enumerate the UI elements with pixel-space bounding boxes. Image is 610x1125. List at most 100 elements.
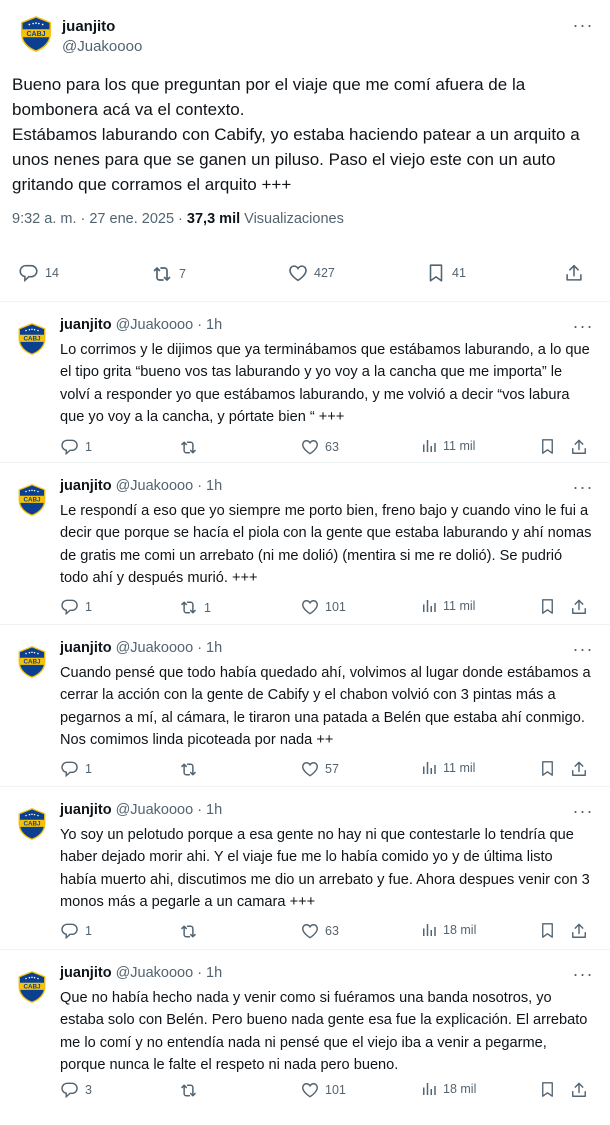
more-options-icon[interactable]: ··· — [572, 315, 594, 337]
bookmark-button[interactable] — [538, 437, 557, 456]
author-name[interactable]: juanjito — [60, 317, 112, 333]
like-button[interactable]: 57 — [300, 759, 339, 779]
views-button[interactable]: 18 mil — [420, 1080, 476, 1098]
author-name[interactable]: juanjito — [60, 478, 112, 494]
reply-actions: 1 1 101 11 mil — [0, 597, 610, 623]
bookmark-button[interactable] — [538, 597, 557, 616]
tweet-text: Bueno para los que preguntan por el viaj… — [12, 75, 580, 194]
author-handle-time[interactable]: @Juakoooo · 1h — [116, 640, 223, 656]
author-name[interactable]: juanjito — [60, 640, 112, 656]
views-count: 11 mil — [443, 761, 476, 775]
share-icon — [569, 1080, 589, 1100]
heart-icon — [300, 1080, 320, 1100]
avatar[interactable] — [12, 642, 52, 682]
bookmark-button[interactable]: 41 — [425, 262, 466, 284]
like-count: 57 — [325, 762, 339, 776]
like-button[interactable]: 63 — [300, 437, 339, 457]
reply-button[interactable]: 1 — [60, 759, 92, 779]
share-button[interactable] — [569, 921, 589, 941]
reply-tweet[interactable]: juanjito @Juakoooo · 1h ··· Que no había … — [0, 951, 610, 1125]
repost-button[interactable]: 7 — [150, 262, 186, 286]
like-button[interactable]: 63 — [300, 921, 339, 941]
reply-header: juanjito @Juakoooo · 1h — [60, 478, 222, 494]
reply-text: Lo corrimos y le dijimos que ya termináb… — [60, 342, 594, 426]
repost-button[interactable] — [178, 921, 204, 942]
author-handle-time[interactable]: @Juakoooo · 1h — [116, 317, 223, 333]
share-button[interactable] — [569, 437, 589, 457]
reply-tweet[interactable]: juanjito @Juakoooo · 1h ··· Le respondí a… — [0, 464, 610, 625]
views-count: 18 mil — [443, 923, 477, 937]
views-button[interactable]: 18 mil — [420, 921, 476, 939]
bookmark-button[interactable] — [538, 921, 557, 940]
reply-header: juanjito @Juakoooo · 1h — [60, 640, 222, 656]
reply-icon — [60, 921, 80, 941]
reply-text: Le respondí a eso que yo siempre me port… — [60, 503, 596, 587]
repost-button[interactable] — [178, 437, 204, 458]
share-button[interactable] — [569, 1080, 589, 1100]
author-handle[interactable]: @Juakoooo — [62, 38, 142, 55]
reply-count: 1 — [85, 600, 92, 614]
views-icon — [420, 759, 438, 777]
repost-icon — [178, 597, 199, 618]
reply-button[interactable]: 1 — [60, 437, 92, 457]
share-button[interactable] — [563, 262, 585, 284]
bookmark-icon — [538, 1080, 557, 1099]
avatar[interactable] — [12, 480, 52, 520]
reply-header: juanjito @Juakoooo · 1h — [60, 802, 222, 818]
tweet-time[interactable]: 9:32 a. m. · 27 ene. 2025 · — [12, 211, 187, 227]
author-handle-time[interactable]: @Juakoooo · 1h — [116, 478, 223, 494]
author-name[interactable]: juanjito — [60, 802, 112, 818]
like-button[interactable]: 101 — [300, 1080, 346, 1100]
repost-button[interactable] — [178, 759, 204, 780]
avatar[interactable] — [16, 14, 56, 54]
bookmark-icon — [538, 759, 557, 778]
author-name[interactable]: juanjito — [60, 965, 112, 981]
like-count: 101 — [325, 1083, 346, 1097]
bookmark-icon — [425, 262, 447, 284]
heart-icon — [300, 759, 320, 779]
avatar[interactable] — [12, 319, 52, 359]
views-button[interactable]: 11 mil — [420, 437, 475, 455]
avatar[interactable] — [12, 967, 52, 1007]
views-button[interactable]: 11 mil — [420, 597, 475, 615]
reply-button[interactable]: 3 — [60, 1080, 92, 1100]
author-name[interactable]: juanjito — [62, 18, 115, 35]
avatar[interactable] — [12, 804, 52, 844]
views-icon — [420, 597, 438, 615]
tweet-actions: 14 7 427 41 — [0, 258, 610, 288]
author-handle-time[interactable]: @Juakoooo · 1h — [116, 802, 223, 818]
more-options-icon[interactable]: ··· — [572, 800, 594, 822]
reply-button[interactable]: 1 — [60, 597, 92, 617]
reply-count: 1 — [85, 440, 92, 454]
like-count: 63 — [325, 924, 339, 938]
reply-header: juanjito @Juakoooo · 1h — [60, 965, 222, 981]
boca-shield-icon — [15, 970, 49, 1004]
like-button[interactable]: 427 — [287, 262, 335, 284]
bookmark-button[interactable] — [538, 1080, 557, 1099]
more-options-icon[interactable]: ··· — [572, 476, 594, 498]
bookmark-button[interactable] — [538, 759, 557, 778]
reply-tweet[interactable]: juanjito @Juakoooo · 1h ··· Yo soy un pel… — [0, 788, 610, 950]
boca-shield-icon — [15, 645, 49, 679]
reply-actions: 1 63 11 mil — [0, 437, 610, 463]
reply-tweet[interactable]: juanjito @Juakoooo · 1h ··· Lo corrimos y… — [0, 303, 610, 463]
more-options-icon[interactable]: ··· — [572, 638, 594, 660]
more-options-icon[interactable]: ··· — [572, 963, 594, 985]
reply-icon — [60, 437, 80, 457]
reply-text: Yo soy un pelotudo porque a esa gente no… — [60, 827, 594, 911]
reply-header: juanjito @Juakoooo · 1h — [60, 317, 222, 333]
views-icon — [420, 921, 438, 939]
reply-button[interactable]: 14 — [18, 262, 59, 284]
more-options-icon[interactable]: ··· — [572, 14, 594, 36]
reply-count: 1 — [85, 924, 92, 938]
repost-button[interactable]: 1 — [178, 597, 211, 618]
share-button[interactable] — [569, 597, 589, 617]
repost-button[interactable] — [178, 1080, 204, 1101]
views-button[interactable]: 11 mil — [420, 759, 475, 777]
author-handle-time[interactable]: @Juakoooo · 1h — [116, 965, 223, 981]
reply-button[interactable]: 1 — [60, 921, 92, 941]
share-button[interactable] — [569, 759, 589, 779]
reply-tweet[interactable]: juanjito @Juakoooo · 1h ··· Cuando pensé … — [0, 626, 610, 787]
like-button[interactable]: 101 — [300, 597, 346, 617]
boca-shield-icon — [15, 807, 49, 841]
